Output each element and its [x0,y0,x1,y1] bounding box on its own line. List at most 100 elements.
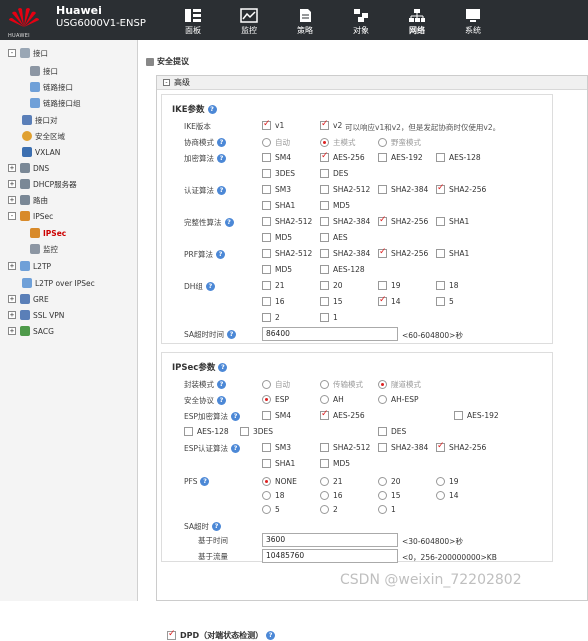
help-icon[interactable]: ? [227,330,237,339]
collapse-icon[interactable]: - [8,49,16,57]
integ-sha1-checkbox[interactable]: SHA1 [436,217,469,226]
sidebar-item-link-interface-group[interactable]: 链路接口组 [30,96,81,110]
proto-ah-esp-radio[interactable]: AH-ESP [378,395,419,404]
sidebar-item-ipsec-group[interactable]: - IPSec [8,209,53,223]
help-icon[interactable]: ? [216,250,226,259]
esp-enc-3des-checkbox[interactable]: 3DES [240,427,273,436]
sidebar-item-dhcp[interactable]: + DHCP服务器 [8,177,77,191]
pfs-16-radio[interactable]: 16 [320,491,343,500]
pfs-1-radio[interactable]: 1 [378,505,396,514]
sidebar-item-gre[interactable]: + GRE [8,292,49,306]
proto-ah-radio[interactable]: AH [320,395,344,404]
esp-auth-sha1-checkbox[interactable]: SHA1 [262,459,295,468]
prf-sha1-checkbox[interactable]: SHA1 [436,249,469,258]
pfs-5-radio[interactable]: 5 [262,505,280,514]
expand-icon[interactable]: + [8,180,16,188]
esp-auth-md5-checkbox[interactable]: MD5 [320,459,350,468]
encap-auto-radio[interactable]: 自动 [262,379,290,390]
sidebar-item-sacg[interactable]: + SACG [8,324,54,338]
sidebar-item-l2tp-over-ipsec[interactable]: L2TP over IPSec [22,276,95,290]
prf-sha2-256-checkbox[interactable]: SHA2-256 [378,247,428,258]
sidebar-item-ipsec[interactable]: IPSec [30,226,66,240]
enc-des-checkbox[interactable]: DES [320,169,348,178]
enc-aes128-checkbox[interactable]: AES-128 [436,153,481,162]
expand-icon[interactable]: + [8,262,16,270]
prf-sha2-512-checkbox[interactable]: SHA2-512 [262,249,312,258]
sidebar-item-security-zone[interactable]: 安全区域 [22,129,65,143]
dh-14-checkbox[interactable]: 14 [378,295,401,306]
auth-sha2-512-checkbox[interactable]: SHA2-512 [320,185,370,194]
help-icon[interactable]: ? [231,444,241,453]
expand-icon[interactable]: + [8,311,16,319]
help-icon[interactable]: ? [218,362,228,372]
help-icon[interactable]: ? [212,522,222,531]
expand-icon[interactable]: + [8,295,16,303]
ike-sa-timeout-input[interactable]: 86400 [262,327,398,341]
esp-enc-sm4-checkbox[interactable]: SM4 [262,411,291,420]
sidebar-item-ipsec-monitor[interactable]: 监控 [30,242,58,256]
auth-md5-checkbox[interactable]: MD5 [320,201,350,210]
nav-dashboard[interactable]: 面板 [165,3,221,39]
auth-sha1-checkbox[interactable]: SHA1 [262,201,295,210]
help-icon[interactable]: ? [217,396,226,405]
mode-auto-radio[interactable]: 自动 [262,137,290,148]
sidebar-item-l2tp[interactable]: + L2TP [8,259,51,273]
integ-sha2-256-checkbox[interactable]: SHA2-256 [378,215,428,226]
esp-enc-aes192-checkbox[interactable]: AES-192 [454,411,499,420]
sidebar-item-vxlan[interactable]: VXLAN [22,145,60,159]
sidebar-item-link-interface[interactable]: 链路接口 [30,80,73,94]
integ-md5-checkbox[interactable]: MD5 [262,233,292,242]
dh-1-checkbox[interactable]: 1 [320,313,338,322]
encap-tunnel-radio[interactable]: 隧道模式 [378,379,421,390]
expand-icon[interactable]: + [8,164,16,172]
esp-enc-des-checkbox[interactable]: DES [378,427,406,436]
pfs-19-radio[interactable]: 19 [436,477,459,486]
esp-auth-sha2-512-checkbox[interactable]: SHA2-512 [320,443,370,452]
auth-sha2-384-checkbox[interactable]: SHA2-384 [378,185,428,194]
esp-enc-aes256-checkbox[interactable]: AES-256 [320,409,365,420]
help-icon[interactable]: ? [207,104,217,114]
expand-icon[interactable]: + [8,327,16,335]
ike-v2-checkbox[interactable]: v2 [320,119,342,130]
help-icon[interactable]: ? [217,154,226,163]
auth-sm3-checkbox[interactable]: SM3 [262,185,291,194]
esp-auth-sha2-384-checkbox[interactable]: SHA2-384 [378,443,428,452]
pfs-20-radio[interactable]: 20 [378,477,401,486]
mode-aggressive-radio[interactable]: 野蛮模式 [378,137,421,148]
pfs-15-radio[interactable]: 15 [378,491,401,500]
dh-19-checkbox[interactable]: 19 [378,281,401,290]
dh-21-checkbox[interactable]: 21 [262,281,285,290]
help-icon[interactable]: ? [266,631,276,640]
sidebar-item-interface-group[interactable]: - 接口 [8,46,48,60]
enc-aes192-checkbox[interactable]: AES-192 [378,153,423,162]
sidebar-item-route[interactable]: + 路由 [8,193,48,207]
integ-sha2-384-checkbox[interactable]: SHA2-384 [320,217,370,226]
nav-system[interactable]: 系统 [445,3,501,39]
prf-aes128-checkbox[interactable]: AES-128 [320,265,365,274]
encap-transport-radio[interactable]: 传输模式 [320,379,363,390]
esp-enc-aes128-checkbox[interactable]: AES-128 [184,427,229,436]
integ-sha2-512-checkbox[interactable]: SHA2-512 [262,217,312,226]
dh-15-checkbox[interactable]: 15 [320,297,343,306]
help-icon[interactable]: ? [217,380,226,389]
enc-aes256-checkbox[interactable]: AES-256 [320,151,365,162]
nav-object[interactable]: 对象 [333,3,389,39]
enc-sm4-checkbox[interactable]: SM4 [262,153,291,162]
sidebar-item-interface[interactable]: 接口 [30,64,58,78]
enc-3des-checkbox[interactable]: 3DES [262,169,295,178]
time-input[interactable]: 3600 [262,533,398,547]
auth-sha2-256-checkbox[interactable]: SHA2-256 [436,183,486,194]
traffic-input[interactable]: 10485760 [262,549,398,563]
help-icon[interactable]: ? [224,218,234,227]
nav-monitor[interactable]: 监控 [221,3,277,39]
pfs-21-radio[interactable]: 21 [320,477,343,486]
collapse-icon[interactable]: - [163,79,170,86]
integ-aes-checkbox[interactable]: AES [320,233,348,242]
proto-esp-radio[interactable]: ESP [262,395,289,404]
esp-auth-sha2-256-checkbox[interactable]: SHA2-256 [436,441,486,452]
pfs-18-radio[interactable]: 18 [262,491,285,500]
collapse-icon[interactable]: - [8,212,16,220]
mode-main-radio[interactable]: 主模式 [320,137,356,148]
dh-16-checkbox[interactable]: 16 [262,297,285,306]
dh-2-checkbox[interactable]: 2 [262,313,280,322]
